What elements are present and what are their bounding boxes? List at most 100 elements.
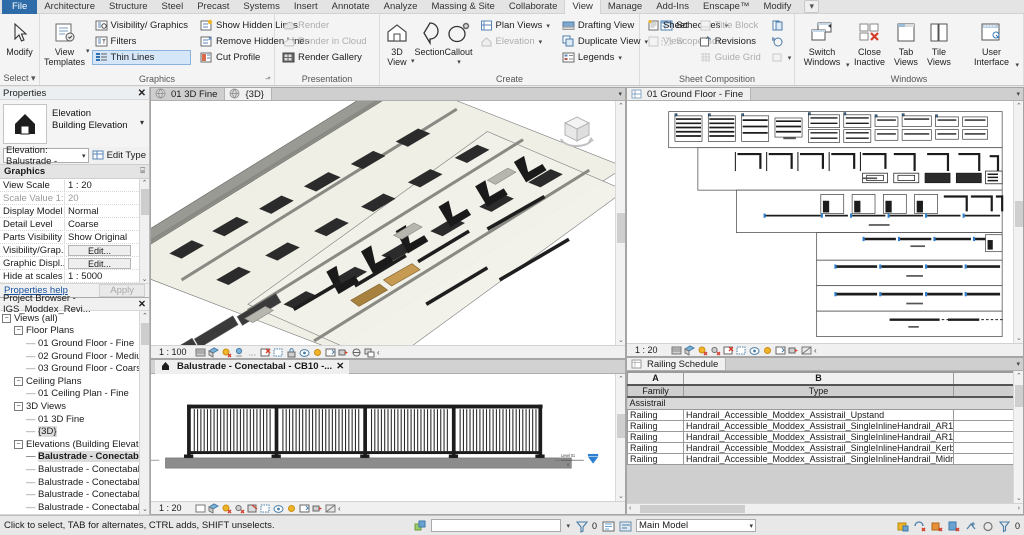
viewport-plan-canvas[interactable]: ⌃ ⌄ [627,101,1023,343]
schedule-table[interactable]: A B Family Type Assistrail Railing Handrail_Ac… [627,372,1023,465]
editing-request-icon[interactable] [619,520,632,532]
property-value[interactable]: Normal [64,205,149,217]
user-interface-dropdown-icon[interactable]: ▾ [1015,61,1019,69]
crop-view-icon[interactable] [247,503,258,514]
ribbon-tab-collaborate[interactable]: Collaborate [502,0,565,14]
design-options-icon[interactable] [414,520,426,532]
legends-dropdown-icon[interactable]: ▾ [618,54,622,62]
schedule-data-row[interactable]: Railing Handrail_Accessible_Moddex_Assist… [627,409,1023,421]
project-browser-node[interactable]: — {3D} [0,425,149,438]
duplicate-view-button[interactable]: Duplicate View ▾ [559,34,651,49]
view-tab-balustrade-elevation[interactable]: Balustrade - Conectabal - CB10 -... ✕ [155,359,350,374]
filter-selection-icon[interactable] [575,520,589,533]
schedule-hscrollbar[interactable]: ‹ › [627,503,1023,514]
render-button[interactable]: Render [279,18,370,33]
tree-collapse-icon[interactable]: − [14,376,23,386]
view-scale-plan[interactable]: 1 : 20 [635,345,669,355]
edit-type-button[interactable]: Edit Type [92,149,146,162]
sheet-issues-button[interactable] [768,18,795,33]
scroll-down-icon[interactable]: ⌄ [1016,494,1022,502]
ribbon-tab-precast[interactable]: Precast [190,0,236,14]
show-constraints-icon[interactable] [312,503,323,514]
project-browser-node[interactable]: —02 Ground Floor - Mediu [0,350,149,363]
ribbon-tab-overflow-button[interactable]: ▾ [804,0,819,13]
project-browser-node[interactable]: —01 Ground Floor - Fine [0,337,149,350]
ribbon-tab-structure[interactable]: Structure [102,0,155,14]
temporary-view-properties-icon[interactable] [775,345,786,356]
properties-section-pin-icon[interactable]: ⌸ [140,166,145,177]
worksets-status-icon[interactable] [964,520,976,532]
view-tab-close-icon[interactable]: ✕ [336,361,344,372]
scroll-thumb[interactable] [1015,385,1023,407]
tile-views-button[interactable]: Tile Views [922,16,955,67]
tree-collapse-icon[interactable]: − [2,313,11,323]
viewport-plan-vscrollbar[interactable]: ⌃ ⌄ [1013,101,1023,343]
viewcube[interactable] [553,109,599,154]
schedule-column-letter[interactable]: A [627,372,684,386]
scroll-thumb[interactable] [1015,201,1023,227]
plan-views-button[interactable]: Plan Views ▾ [477,18,553,33]
detail-level-icon[interactable] [671,345,682,356]
project-browser-node[interactable]: − Ceiling Plans [0,375,149,388]
chevron-down-icon[interactable]: ▾ [750,522,754,530]
temporary-view-properties-icon[interactable] [325,347,336,358]
tree-collapse-icon[interactable]: − [14,326,23,336]
ribbon-tab-analyze[interactable]: Analyze [377,0,425,14]
pb-scroll-up-icon[interactable]: ⌃ [142,312,148,320]
schedule-cell[interactable]: Handrail_Accessible_Moddex_Assistrail_Si… [683,431,954,443]
property-row[interactable]: Detail Level Coarse [0,218,149,231]
viewport-elevation-canvas[interactable]: Level 01 0 ⌃ ⌄ [151,374,625,501]
properties-scroll-down-icon[interactable]: ⌄ [140,275,149,283]
scroll-up-icon[interactable]: ⌃ [618,375,624,383]
viewport-3d-canvas[interactable]: ⌃ ⌄ [151,101,625,345]
tab-views-button[interactable]: Tab Views [889,16,922,67]
ribbon-tab-view[interactable]: View [564,0,601,14]
temporary-hide-isolate-icon[interactable] [749,345,760,356]
scroll-down-icon[interactable]: ⌄ [618,336,624,344]
viewport-3d-vscrollbar[interactable]: ⌃ ⌄ [615,101,625,345]
view-templates-dropdown-icon[interactable]: ▾ [86,47,90,55]
temporary-hide-isolate-icon[interactable] [273,503,284,514]
view-control-overflow-icon[interactable]: ‹ [814,346,817,355]
tree-collapse-icon[interactable]: − [14,439,23,449]
switch-windows-button[interactable]: Switch Windows [799,16,845,67]
editing-request-status-icon[interactable] [896,520,909,532]
filters-button[interactable]: Filters [92,34,191,49]
visual-style-icon[interactable] [207,346,220,358]
properties-scroll-thumb[interactable] [141,189,149,215]
project-browser-node[interactable]: — Balustrade - Conectabal [0,501,149,514]
project-browser-node[interactable]: — Balustrade - Conectabal [0,451,149,464]
pb-scroll-down-icon[interactable]: ⌄ [142,505,148,513]
project-browser-node[interactable]: − Elevations (Building Elevatio [0,438,149,451]
elevation-dropdown-icon[interactable]: ▾ [539,38,543,46]
view-tab-01-ground-floor-fine[interactable]: 01 Ground Floor - Fine [627,88,752,100]
view-button[interactable]: View [644,34,691,49]
matchline-button[interactable] [768,34,795,49]
lock-3d-view-icon[interactable] [286,347,297,358]
shadows-icon[interactable] [710,345,721,356]
schedule-column-letter[interactable]: B [683,372,954,386]
sun-path-icon[interactable] [221,503,232,514]
analytical-model-icon[interactable] [351,347,362,358]
scroll-thumb[interactable] [617,414,625,438]
callout-dropdown-icon[interactable]: ▾ [457,58,461,66]
property-edit-button[interactable]: Edit... [68,257,131,269]
schedule-cell[interactable]: Handrail_Accessible_Moddex_Assistrail_Si… [683,420,954,432]
project-browser-node[interactable]: −3D Views [0,400,149,413]
properties-scrollbar[interactable]: ⌃ ⌄ [139,179,149,283]
elevation-button[interactable]: Elevation ▾ [477,34,553,49]
schedule-header-cell[interactable]: Family [627,384,684,398]
temporary-hide-isolate-icon[interactable] [299,347,310,358]
schedule-vscrollbar[interactable]: ⌃ ⌄ [1013,371,1023,503]
property-row[interactable]: Display Model Normal [0,205,149,218]
visibility-graphics-button[interactable]: Visibility/ Graphics [92,18,191,33]
visual-style-icon[interactable] [207,502,220,514]
view-control-overflow-icon[interactable]: ‹ [338,504,341,513]
revisions-button[interactable]: A Revisions [696,34,764,49]
thin-lines-button[interactable]: Thin Lines [91,50,191,65]
scroll-thumb[interactable] [617,213,625,243]
reveal-hidden-elements-icon[interactable] [312,347,323,358]
ribbon-tab-manage[interactable]: Manage [601,0,649,14]
property-row[interactable]: Hide at scales .. 1 : 5000 [0,270,149,283]
highlight-displacement-icon[interactable] [364,347,375,358]
